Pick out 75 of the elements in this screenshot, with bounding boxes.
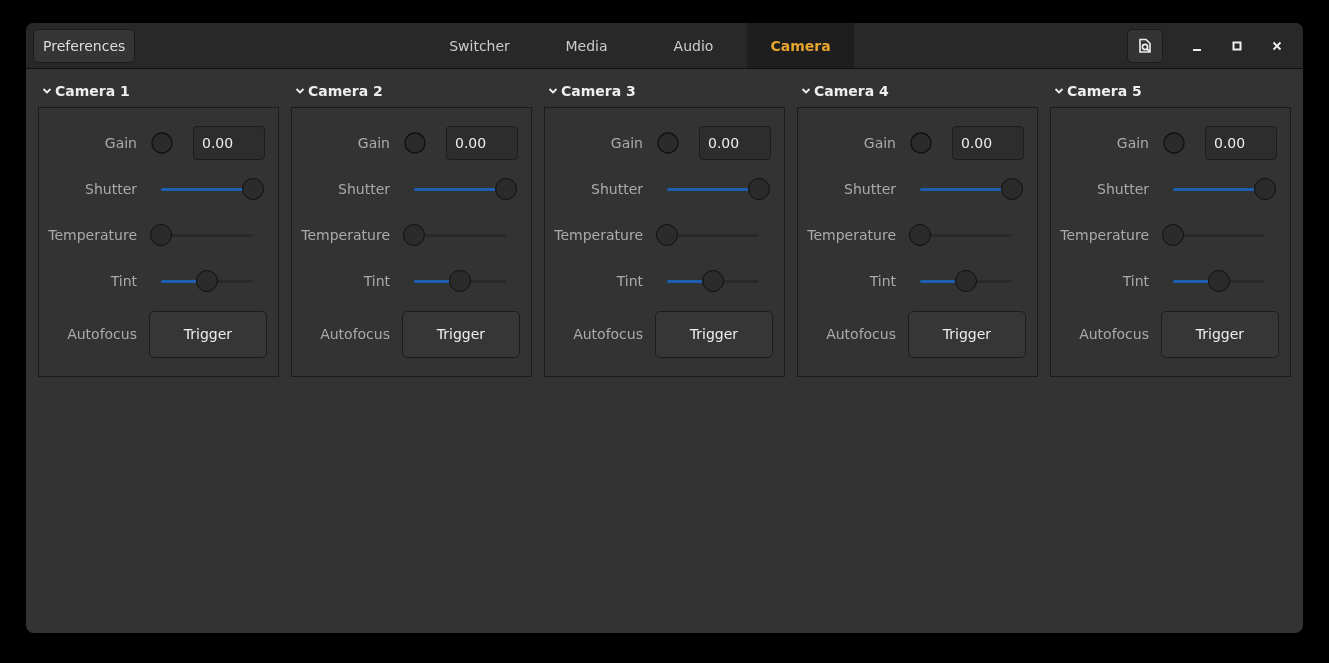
trigger-button[interactable]: Trigger	[655, 310, 773, 358]
slider-label: Shutter	[84, 181, 137, 197]
gain-input[interactable]: 0.00	[699, 126, 771, 160]
gain-label: Gain	[103, 135, 137, 151]
autofocus-label: Autofocus	[66, 326, 137, 342]
slider-label: Tint	[868, 273, 896, 289]
slider-thumb[interactable]	[655, 224, 678, 246]
gain-label: Gain	[862, 135, 896, 151]
slider-thumb[interactable]	[448, 270, 471, 292]
slider-label: Temperature	[1059, 227, 1149, 243]
chevron-down-icon	[42, 86, 52, 96]
slider-label: Temperature	[553, 227, 643, 243]
gain-input[interactable]: 0.00	[952, 126, 1024, 160]
tab[interactable]: Camera	[747, 23, 854, 68]
autofocus-label: Autofocus	[572, 326, 643, 342]
slider-thumb[interactable]	[1161, 224, 1184, 246]
document-search-button[interactable]	[1127, 28, 1163, 63]
slider-thumb[interactable]	[1207, 270, 1230, 292]
slider-thumb[interactable]	[1253, 178, 1276, 200]
slider-thumb[interactable]	[402, 224, 425, 246]
slider-label: Tint	[615, 273, 643, 289]
slider-thumb[interactable]	[195, 270, 218, 292]
slider-thumb[interactable]	[747, 178, 770, 200]
slider-label: Shutter	[590, 181, 643, 197]
slider-label: Temperature	[806, 227, 896, 243]
slider-label: Shutter	[843, 181, 896, 197]
gain-input[interactable]: 0.00	[1205, 126, 1277, 160]
preferences-button[interactable]: Preferences	[33, 28, 136, 63]
autofocus-label: Autofocus	[319, 326, 390, 342]
slider-label: Shutter	[337, 181, 390, 197]
slider-label: Tint	[1121, 273, 1149, 289]
slider-thumb[interactable]	[954, 270, 977, 292]
trigger-button[interactable]: Trigger	[402, 310, 520, 358]
slider-thumb[interactable]	[1000, 178, 1023, 200]
gain-label: Gain	[1115, 135, 1149, 151]
gain-label: Gain	[356, 135, 390, 151]
chevron-down-icon	[295, 86, 305, 96]
slider-thumb[interactable]	[241, 178, 264, 200]
slider-thumb[interactable]	[701, 270, 724, 292]
slider-label: Tint	[109, 273, 137, 289]
slider-label: Temperature	[300, 227, 390, 243]
dial-knob[interactable]	[910, 132, 932, 154]
trigger-button[interactable]: Trigger	[908, 310, 1026, 358]
maximize-icon	[1232, 40, 1242, 51]
document-search-icon	[1137, 37, 1153, 54]
gain-input[interactable]: 0.00	[193, 126, 265, 160]
dial-knob[interactable]	[1163, 132, 1185, 154]
tab[interactable]: Audio	[640, 23, 747, 68]
slider-label: Shutter	[1096, 181, 1149, 197]
slider-thumb[interactable]	[908, 224, 931, 246]
camera-expander[interactable]: Camera 2	[295, 81, 383, 101]
minimize-icon	[1193, 48, 1201, 51]
dial-knob[interactable]	[404, 132, 426, 154]
trigger-button[interactable]: Trigger	[1161, 310, 1279, 358]
trigger-button[interactable]: Trigger	[149, 310, 267, 358]
camera-expander[interactable]: Camera 1	[42, 81, 130, 101]
dial-knob[interactable]	[151, 132, 173, 154]
autofocus-label: Autofocus	[825, 326, 896, 342]
slider-label: Temperature	[47, 227, 137, 243]
slider-label: Tint	[362, 273, 390, 289]
chevron-down-icon	[548, 86, 558, 96]
gain-label: Gain	[609, 135, 643, 151]
gain-input[interactable]: 0.00	[446, 126, 518, 160]
slider-thumb[interactable]	[494, 178, 517, 200]
tab[interactable]: Media	[533, 23, 640, 68]
camera-expander[interactable]: Camera 3	[548, 81, 636, 101]
tab[interactable]: Switcher	[426, 23, 533, 68]
slider-thumb[interactable]	[149, 224, 172, 246]
dial-knob[interactable]	[657, 132, 679, 154]
autofocus-label: Autofocus	[1078, 326, 1149, 342]
close-icon	[1272, 40, 1282, 51]
chevron-down-icon	[1054, 86, 1064, 96]
chevron-down-icon	[801, 86, 811, 96]
camera-expander[interactable]: Camera 4	[801, 81, 889, 101]
camera-expander[interactable]: Camera 5	[1054, 81, 1142, 101]
